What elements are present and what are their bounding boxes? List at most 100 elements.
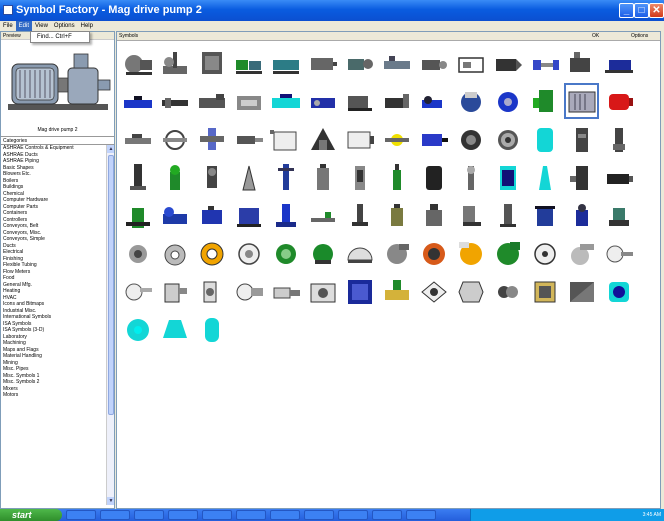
start-button[interactable]: start: [0, 509, 62, 521]
symbol-thumbnail[interactable]: [156, 272, 193, 310]
symbol-thumbnail[interactable]: [563, 272, 600, 310]
symbol-thumbnail[interactable]: [119, 196, 156, 234]
symbol-thumbnail[interactable]: [452, 82, 489, 120]
symbol-thumbnail[interactable]: [378, 272, 415, 310]
symbol-thumbnail[interactable]: [378, 196, 415, 234]
symbol-thumbnail[interactable]: [119, 158, 156, 196]
symbol-thumbnail[interactable]: [341, 120, 378, 158]
symbol-thumbnail[interactable]: [119, 310, 156, 348]
symbol-thumbnail[interactable]: [304, 120, 341, 158]
symbol-thumbnail[interactable]: [489, 196, 526, 234]
taskbar-item[interactable]: [202, 510, 232, 520]
symbol-thumbnail[interactable]: [193, 234, 230, 272]
categories-list[interactable]: ASHRAE Controls & Equipment ASHRAE Ducts A…: [1, 145, 114, 505]
symbol-thumbnail[interactable]: [563, 196, 600, 234]
symbol-thumbnail[interactable]: [526, 120, 563, 158]
symbol-thumbnail[interactable]: [563, 234, 600, 272]
symbol-thumbnail[interactable]: [341, 196, 378, 234]
symbol-thumbnail[interactable]: [304, 196, 341, 234]
scroll-up-icon[interactable]: ▲: [107, 145, 114, 153]
symbol-thumbnail[interactable]: [600, 82, 637, 120]
symbol-thumbnail[interactable]: [415, 44, 452, 82]
symbol-thumbnail[interactable]: [156, 196, 193, 234]
symbol-thumbnail[interactable]: [193, 310, 230, 348]
taskbar-item[interactable]: [304, 510, 334, 520]
symbol-thumbnail[interactable]: [600, 234, 637, 272]
symbol-thumbnail[interactable]: [489, 234, 526, 272]
symbol-thumbnail[interactable]: [341, 44, 378, 82]
symbol-thumbnail[interactable]: [267, 44, 304, 82]
taskbar-item[interactable]: [338, 510, 368, 520]
symbol-thumbnail[interactable]: [378, 44, 415, 82]
symbol-thumbnail[interactable]: [156, 310, 193, 348]
symbol-thumbnail[interactable]: [156, 82, 193, 120]
taskbar-item[interactable]: [66, 510, 96, 520]
symbol-thumbnail[interactable]: [267, 234, 304, 272]
symbol-thumbnail[interactable]: [415, 272, 452, 310]
category-item[interactable]: Motors: [1, 392, 114, 399]
symbol-thumbnail[interactable]: [600, 272, 637, 310]
symbol-thumbnail[interactable]: [341, 234, 378, 272]
symbol-thumbnail[interactable]: [193, 44, 230, 82]
symbol-thumbnail[interactable]: [193, 120, 230, 158]
symbol-thumbnail[interactable]: [526, 44, 563, 82]
symbol-thumbnail[interactable]: [563, 44, 600, 82]
symbol-thumbnail[interactable]: [267, 82, 304, 120]
scroll-thumb[interactable]: [108, 155, 114, 415]
taskbar-item[interactable]: [168, 510, 198, 520]
symbol-thumbnail[interactable]: [378, 120, 415, 158]
symbol-thumbnail[interactable]: [304, 82, 341, 120]
symbol-thumbnail[interactable]: [526, 272, 563, 310]
symbol-thumbnail[interactable]: [230, 158, 267, 196]
symbol-thumbnail[interactable]: [230, 120, 267, 158]
symbol-thumbnail[interactable]: [415, 82, 452, 120]
symbol-thumbnail[interactable]: [119, 234, 156, 272]
symbol-thumbnail[interactable]: [267, 158, 304, 196]
symbol-thumbnail[interactable]: [267, 120, 304, 158]
symbol-thumbnail[interactable]: [600, 196, 637, 234]
symbol-thumbnail[interactable]: [489, 272, 526, 310]
minimize-button[interactable]: _: [619, 3, 634, 18]
symbol-thumbnail[interactable]: [415, 120, 452, 158]
symbol-thumbnail[interactable]: [267, 196, 304, 234]
menu-edit[interactable]: Edit: [15, 21, 33, 31]
symbol-thumbnail[interactable]: [452, 44, 489, 82]
symbol-thumbnail[interactable]: [267, 272, 304, 310]
symbol-thumbnail[interactable]: [452, 234, 489, 272]
symbol-thumbnail[interactable]: [563, 120, 600, 158]
symbol-thumbnail[interactable]: [452, 120, 489, 158]
symbol-thumbnail[interactable]: [600, 44, 637, 82]
symbol-thumbnail[interactable]: [378, 234, 415, 272]
ok-button[interactable]: OK: [592, 32, 599, 41]
symbol-thumbnail[interactable]: [119, 82, 156, 120]
symbol-thumbnail[interactable]: [489, 120, 526, 158]
symbol-thumbnail[interactable]: [230, 234, 267, 272]
symbol-thumbnail[interactable]: [526, 234, 563, 272]
menu-help[interactable]: Help: [78, 21, 96, 31]
symbol-thumbnail[interactable]: [119, 44, 156, 82]
taskbar-item[interactable]: [270, 510, 300, 520]
symbol-thumbnail[interactable]: [563, 82, 600, 120]
options-button[interactable]: Options: [631, 32, 648, 41]
scroll-down-icon[interactable]: ▼: [107, 497, 114, 505]
symbol-thumbnail[interactable]: [156, 120, 193, 158]
symbol-thumbnail[interactable]: [156, 158, 193, 196]
menu-options[interactable]: Options: [51, 21, 78, 31]
symbol-thumbnail[interactable]: [119, 272, 156, 310]
symbol-thumbnail[interactable]: [230, 196, 267, 234]
symbol-thumbnail[interactable]: [563, 158, 600, 196]
symbol-thumbnail[interactable]: [341, 272, 378, 310]
symbol-thumbnail[interactable]: [452, 158, 489, 196]
taskbar-item[interactable]: [406, 510, 436, 520]
symbol-thumbnail[interactable]: [193, 196, 230, 234]
taskbar-item[interactable]: [100, 510, 130, 520]
symbol-thumbnail[interactable]: [304, 234, 341, 272]
symbol-thumbnail[interactable]: [489, 44, 526, 82]
symbol-thumbnail[interactable]: [489, 82, 526, 120]
symbol-thumbnail[interactable]: [341, 82, 378, 120]
symbol-thumbnail[interactable]: [193, 82, 230, 120]
maximize-button[interactable]: □: [634, 3, 649, 18]
close-button[interactable]: ✕: [649, 3, 664, 18]
symbol-thumbnail[interactable]: [415, 234, 452, 272]
symbol-thumbnail[interactable]: [119, 120, 156, 158]
